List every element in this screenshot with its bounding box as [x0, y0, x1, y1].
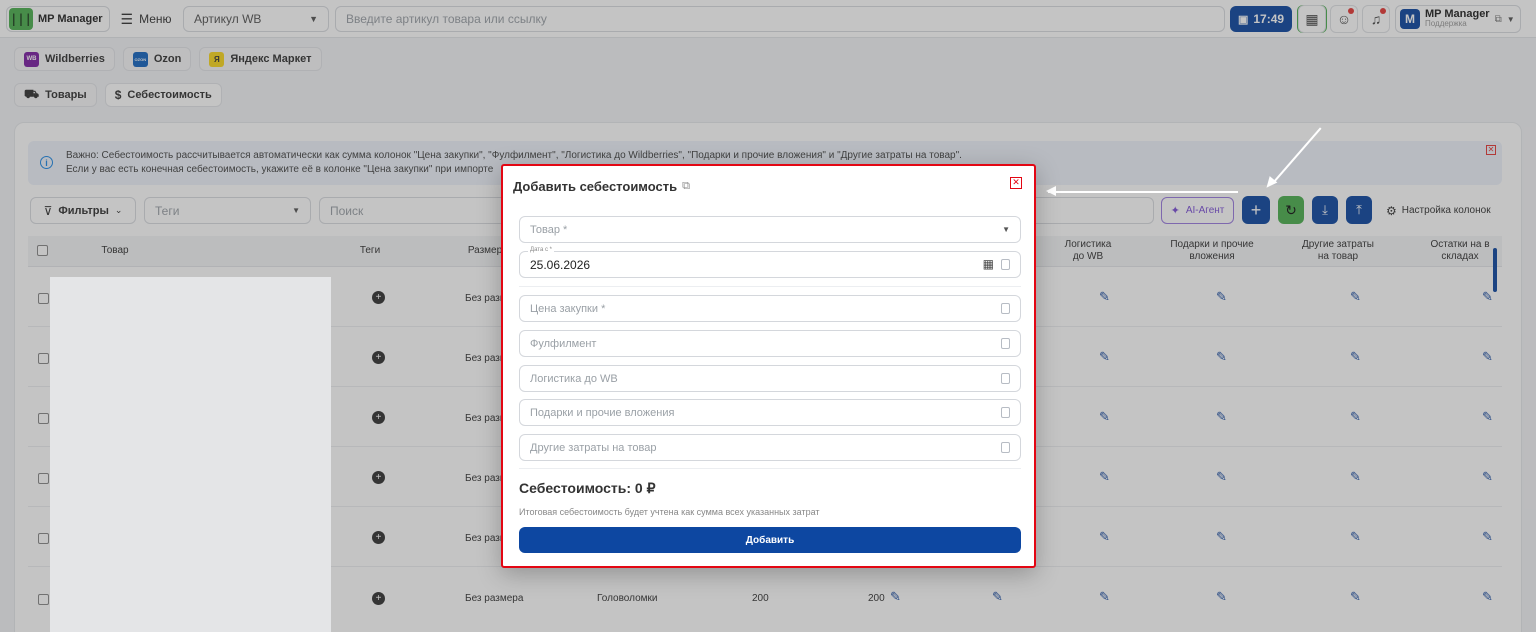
gifts-placeholder: Подарки и прочие вложения — [530, 406, 675, 419]
blurred-product-area — [50, 277, 331, 632]
purchase-price-input[interactable]: Цена закупки * — [519, 295, 1021, 322]
calculator-icon — [1001, 338, 1010, 349]
annotation-arrowhead — [1046, 186, 1056, 196]
total-cost: Себестоимость: 0 ₽ — [519, 480, 656, 496]
annotation-arrow — [1048, 191, 1238, 193]
product-select[interactable]: Товар * ▼ — [519, 216, 1021, 243]
calendar-icon[interactable]: ▦ — [983, 257, 994, 271]
date-label: Дата с * — [528, 247, 554, 253]
divider — [519, 286, 1021, 287]
dialog-title: Добавить себестоимость — [513, 179, 678, 194]
close-dialog-icon[interactable]: ✕ — [1010, 177, 1022, 189]
calculator-icon — [1001, 407, 1010, 418]
fulfillment-placeholder: Фулфилмент — [530, 337, 597, 350]
date-input[interactable]: Дата с * 25.06.2026 ▦ — [519, 247, 1021, 278]
product-placeholder: Товар * — [530, 223, 568, 236]
logistics-placeholder: Логистика до WB — [530, 372, 618, 385]
logistics-input[interactable]: Логистика до WB — [519, 365, 1021, 392]
divider — [519, 468, 1021, 469]
calculator-icon — [1001, 442, 1010, 453]
purchase-price-placeholder: Цена закупки * — [530, 302, 606, 315]
chevron-down-icon: ▼ — [1002, 225, 1010, 234]
calculator-icon — [1001, 303, 1010, 314]
calculator-icon — [1001, 373, 1010, 384]
add-cost-dialog: Добавить себестоимость ⧉ ✕ Товар * ▼ Дат… — [501, 164, 1036, 568]
gifts-input[interactable]: Подарки и прочие вложения — [519, 399, 1021, 426]
other-costs-input[interactable]: Другие затраты на товар — [519, 434, 1021, 461]
fulfillment-input[interactable]: Фулфилмент — [519, 330, 1021, 357]
submit-button[interactable]: Добавить — [519, 527, 1021, 553]
calculator-icon — [1001, 259, 1010, 270]
total-hint: Итоговая себестоимость будет учтена как … — [519, 507, 820, 517]
dialog-title-wrap: Добавить себестоимость ⧉ — [513, 179, 690, 194]
copy-icon[interactable]: ⧉ — [682, 180, 690, 193]
other-costs-placeholder: Другие затраты на товар — [530, 441, 657, 454]
date-value: 25.06.2026 — [530, 257, 591, 272]
